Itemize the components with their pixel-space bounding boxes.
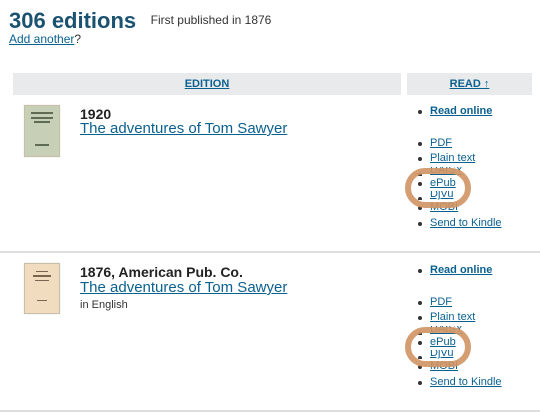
first-published: First published in 1876 <box>150 13 272 27</box>
mobi-link[interactable]: MOBI <box>430 201 458 213</box>
list-item: DAISY <box>417 167 502 176</box>
read-options-list: Read online PDF Plain text DAISY ePub Dj… <box>417 104 502 231</box>
list-item: ePub <box>417 335 502 351</box>
read-online-link[interactable]: Read online <box>430 105 492 117</box>
list-item: MOBI <box>417 359 502 375</box>
daisy-link[interactable]: DAISY <box>430 326 463 335</box>
djvu-link[interactable]: DjVu <box>430 350 453 359</box>
edition-year-publisher: 1876, American Pub. Co. <box>80 264 243 280</box>
list-item: Send to Kindle <box>417 375 502 391</box>
mobi-link[interactable]: MOBI <box>430 360 458 372</box>
page-header: 306 editions First published in 1876 <box>9 8 271 34</box>
pdf-link[interactable]: PDF <box>430 296 452 308</box>
edition-sort-link[interactable]: EDITION <box>185 78 230 90</box>
list-item: Plain text <box>417 151 502 167</box>
add-another-link[interactable]: Add another <box>9 32 74 46</box>
list-item: PDF <box>417 136 502 152</box>
read-online-link[interactable]: Read online <box>430 264 492 276</box>
plain-text-link[interactable]: Plain text <box>430 152 475 164</box>
epub-link[interactable]: ePub <box>430 177 456 189</box>
epub-link[interactable]: ePub <box>430 336 456 348</box>
list-item: DjVu <box>417 191 502 200</box>
list-item: DjVu <box>417 350 502 359</box>
list-item: Plain text <box>417 310 502 326</box>
list-item: ePub <box>417 176 502 192</box>
list-item: Read online <box>417 104 502 120</box>
list-item: DAISY <box>417 326 502 335</box>
add-another-suffix: ? <box>74 32 82 46</box>
send-to-kindle-link[interactable]: Send to Kindle <box>430 376 502 388</box>
edition-column-header: EDITION <box>13 73 401 95</box>
pdf-link[interactable]: PDF <box>430 137 452 149</box>
book-cover-thumbnail[interactable] <box>24 105 60 157</box>
list-item: Read online <box>417 263 502 279</box>
list-item: Send to Kindle <box>417 216 502 232</box>
edition-count: 306 editions <box>9 8 137 33</box>
row-divider <box>0 410 540 412</box>
list-item: MOBI <box>417 200 502 216</box>
edition-title-link[interactable]: The adventures of Tom Sawyer <box>80 279 287 296</box>
edition-language: in English <box>80 299 128 311</box>
list-item: PDF <box>417 295 502 311</box>
row-divider <box>0 251 540 253</box>
book-cover-thumbnail[interactable] <box>24 263 60 314</box>
add-another-line: Add another? <box>9 32 81 46</box>
send-to-kindle-link[interactable]: Send to Kindle <box>430 217 502 229</box>
read-options-list: Read online PDF Plain text DAISY ePub Dj… <box>417 263 502 390</box>
daisy-link[interactable]: DAISY <box>430 167 463 176</box>
read-sort-link[interactable]: READ ↑ <box>450 78 490 90</box>
plain-text-link[interactable]: Plain text <box>430 311 475 323</box>
djvu-link[interactable]: DjVu <box>430 191 453 200</box>
read-column-header: READ ↑ <box>407 73 532 95</box>
edition-title-link[interactable]: The adventures of Tom Sawyer <box>80 120 287 137</box>
